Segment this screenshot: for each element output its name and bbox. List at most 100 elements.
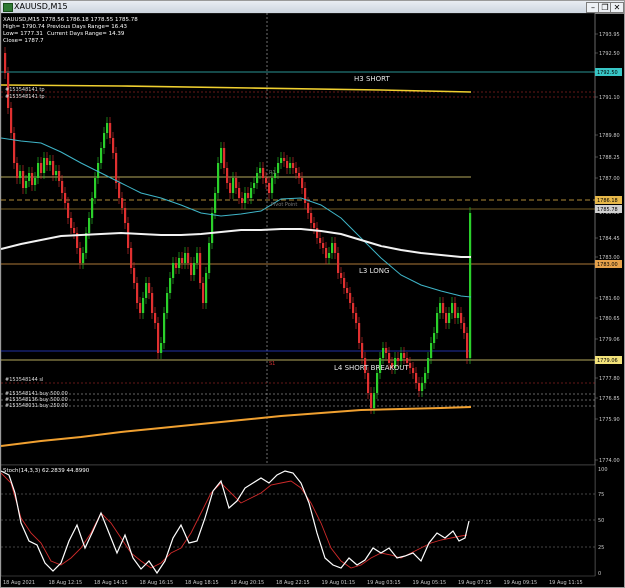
candle-body xyxy=(193,263,196,275)
candle-body xyxy=(352,303,355,313)
candle-body xyxy=(280,158,283,163)
candle-body xyxy=(70,218,73,228)
candle-body xyxy=(358,323,361,343)
candle-body xyxy=(163,313,166,343)
l4-label: L4 SHORT BREAKOUT xyxy=(334,364,409,372)
candle-body xyxy=(286,161,289,168)
chart-icon xyxy=(3,3,13,12)
price-axis-label: 1780.65 xyxy=(599,316,620,322)
time-axis-label: 18 Aug 16:15 xyxy=(140,580,174,586)
candle-body xyxy=(277,163,280,173)
candle-body xyxy=(37,163,40,178)
time-axis-label: 19 Aug 09:15 xyxy=(504,580,538,586)
stoch-panel[interactable] xyxy=(1,464,596,577)
price-tag-t2: 1786.18 xyxy=(595,196,622,204)
candle-body xyxy=(322,243,325,248)
candle-body xyxy=(145,283,148,298)
symbol-ohlc-line: XAUUSD,M15 1778.56 1786.18 1778.55 1785.… xyxy=(3,17,138,23)
candle-body xyxy=(154,313,157,323)
candle-body xyxy=(331,243,334,253)
candle-body xyxy=(262,168,265,178)
h3-label: H3 SHORT xyxy=(354,75,391,83)
candle-body xyxy=(328,253,331,258)
candle-body xyxy=(142,298,145,313)
price-axis-label: 1779.06 xyxy=(599,337,620,343)
price-axis-label: 1784.45 xyxy=(599,236,620,242)
candle-body xyxy=(301,178,304,188)
candle-body xyxy=(418,383,421,391)
candle-body xyxy=(205,273,208,303)
candle-body xyxy=(466,333,469,358)
candle-body xyxy=(187,253,190,263)
candle-body xyxy=(457,313,460,318)
candle-body xyxy=(61,181,64,193)
candle-body xyxy=(268,183,271,193)
candle-body xyxy=(373,393,376,408)
order-label-3: #153548144 sl xyxy=(5,377,43,383)
candle-body xyxy=(367,373,370,393)
main-plot-area[interactable] xyxy=(1,13,596,466)
candle-body xyxy=(13,133,16,163)
chart-canvas[interactable]: 1793.95 1792.50 1791.10 1789.80 1788.25 1787.… xyxy=(1,13,624,588)
candle-body xyxy=(382,348,385,358)
candle-body xyxy=(436,313,439,333)
info-high: High= 1790.74 xyxy=(3,24,45,30)
time-axis-label: 19 Aug 07:15 xyxy=(458,580,492,586)
time-axis-label: 19 Aug 03:15 xyxy=(367,580,401,586)
candle-body xyxy=(247,193,250,198)
candle-body xyxy=(151,293,154,313)
candle-body xyxy=(271,178,274,193)
candle-body xyxy=(64,193,67,203)
price-tag-t5: 1779.06 xyxy=(595,356,622,364)
info-cur-range: Current Days Range= 14.39 xyxy=(47,31,125,37)
time-axis-label: 19 Aug 01:15 xyxy=(322,580,356,586)
price-axis: 1793.95 1792.50 1791.10 1789.80 1788.25 1787.… xyxy=(595,32,620,464)
l3-label: L3 LONG xyxy=(359,267,389,275)
candle-body xyxy=(400,353,403,361)
candle-body xyxy=(388,353,391,363)
window-title: XAUUSD,M15 xyxy=(14,2,68,11)
candle-body xyxy=(409,363,412,368)
svg-text:25: 25 xyxy=(598,545,604,551)
candle-body xyxy=(34,178,37,185)
candle-body xyxy=(412,368,415,373)
candle-body xyxy=(46,158,49,165)
close-button[interactable]: ✕ xyxy=(610,2,624,13)
candle-body xyxy=(259,168,262,173)
candle-body xyxy=(112,138,115,153)
candle-body xyxy=(361,343,364,358)
candle-body xyxy=(415,373,418,383)
candle-body xyxy=(202,283,205,303)
candle-body xyxy=(226,168,229,183)
candle-body xyxy=(256,173,259,183)
candle-body xyxy=(199,253,202,283)
svg-text:1785.78: 1785.78 xyxy=(597,207,618,213)
svg-text:1779.06: 1779.06 xyxy=(597,358,618,364)
candle-body xyxy=(109,123,112,138)
candle-body xyxy=(190,263,193,275)
candle-body xyxy=(28,173,31,181)
candle-body xyxy=(94,178,97,198)
candle-body xyxy=(232,178,235,193)
candle-body xyxy=(130,248,133,268)
candle-body xyxy=(16,163,19,178)
svg-text:1783.00: 1783.00 xyxy=(597,262,618,268)
candle-body xyxy=(421,383,424,391)
candle-body xyxy=(82,253,85,263)
candle-body xyxy=(133,268,136,283)
time-axis-label: 18 Aug 20:15 xyxy=(231,580,265,586)
time-axis-label: 18 Aug 22:15 xyxy=(276,580,310,586)
candle-body xyxy=(115,153,118,183)
candle-body xyxy=(397,358,400,361)
candle-body xyxy=(346,288,349,293)
candle-body xyxy=(127,223,130,248)
price-axis-label: 1781.60 xyxy=(599,296,620,302)
candle-body xyxy=(214,193,217,213)
candle-body xyxy=(25,181,28,188)
time-axis-label: 18 Aug 18:15 xyxy=(185,580,219,586)
price-axis-label: 1787.00 xyxy=(599,176,620,182)
candle-body xyxy=(19,171,22,178)
candle-body xyxy=(184,253,187,263)
candle-body xyxy=(85,233,88,253)
candle-body xyxy=(229,183,232,193)
